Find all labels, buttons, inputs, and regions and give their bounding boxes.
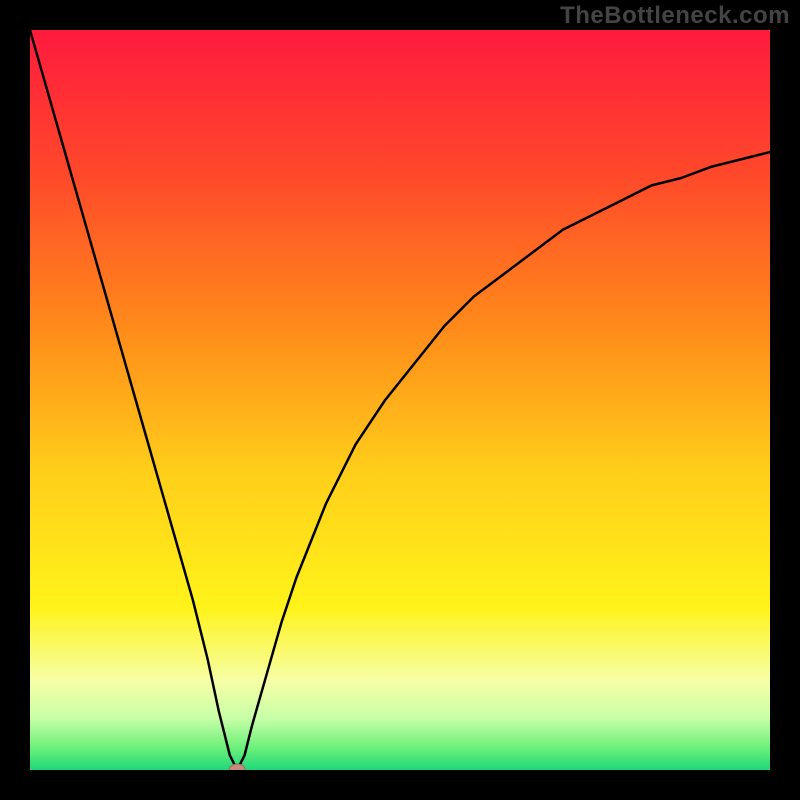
plot-area — [30, 30, 770, 770]
watermark-text: TheBottleneck.com — [560, 2, 790, 30]
gradient-background — [30, 30, 770, 770]
bottleneck-chart-svg — [30, 30, 770, 770]
chart-frame: TheBottleneck.com — [0, 0, 800, 800]
